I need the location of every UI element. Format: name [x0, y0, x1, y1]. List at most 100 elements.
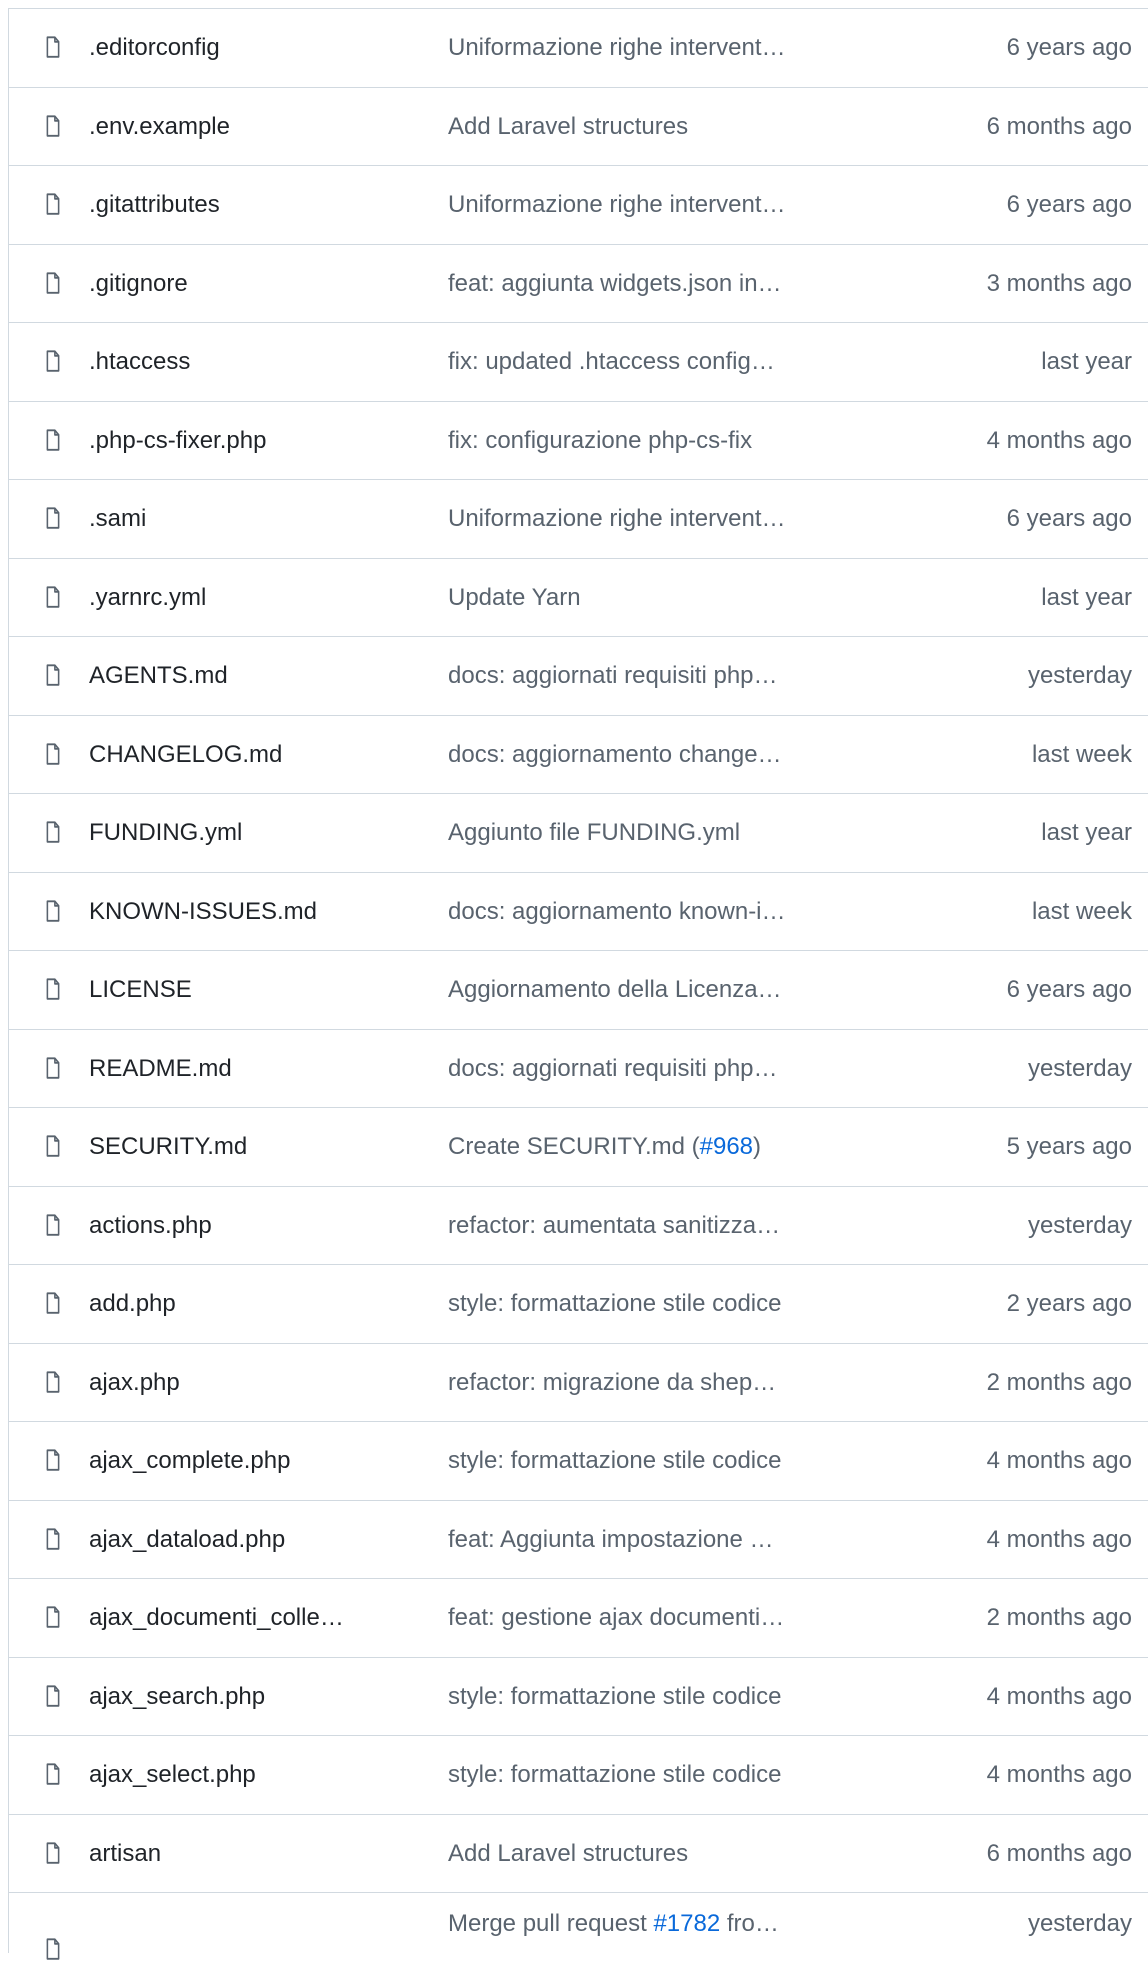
file-name-link[interactable]: add.php: [89, 1265, 384, 1343]
file-row[interactable]: LICENSE Aggiornamento della Licenza… 6 yea…: [9, 951, 1148, 1030]
file-name-link[interactable]: .env.example: [89, 88, 384, 166]
file-name-link[interactable]: README.md: [89, 1030, 384, 1108]
commit-message-link[interactable]: Add Laravel structures: [448, 1815, 838, 1893]
file-row[interactable]: FUNDING.yml Aggiunto file FUNDING.yml last…: [9, 794, 1148, 873]
file-row[interactable]: ajax.php refactor: migrazione da shep… 2 m…: [9, 1344, 1148, 1422]
commit-message-link[interactable]: docs: aggiornati requisiti php…: [448, 637, 838, 715]
commit-time: 2 months ago: [986, 1604, 1132, 1631]
file-name-link[interactable]: LICENSE: [89, 951, 384, 1029]
issue-link[interactable]: #968: [700, 1133, 753, 1160]
file-name-link[interactable]: KNOWN-ISSUES.md: [89, 873, 384, 951]
file-name-link[interactable]: ajax_dataload.php: [89, 1501, 384, 1579]
file-name-link[interactable]: ajax_documenti_colle…: [89, 1579, 384, 1657]
file-row[interactable]: Merge pull request #1782 fro… yesterday: [9, 1893, 1148, 1960]
commit-message-link[interactable]: refactor: migrazione da shep…: [448, 1344, 838, 1422]
commit-message-link[interactable]: Uniformazione righe intervent…: [448, 9, 838, 87]
file-name-link[interactable]: .gitattributes: [89, 166, 384, 244]
commit-time: 4 months ago: [986, 1682, 1132, 1710]
file-name-link[interactable]: .gitignore: [89, 245, 384, 323]
issue-link[interactable]: #1782: [653, 1910, 720, 1937]
file-row[interactable]: .gitattributes Uniformazione righe interv…: [9, 166, 1148, 245]
file-icon: [43, 663, 63, 687]
commit-message-link[interactable]: feat: aggiunta widgets.json in…: [448, 245, 838, 323]
commit-time: 6 years ago: [1006, 34, 1132, 61]
file-name-link[interactable]: .yarnrc.yml: [89, 559, 384, 637]
file-row[interactable]: ajax_documenti_colle… feat: gestione ajax…: [9, 1579, 1148, 1658]
commit-time: 4 months ago: [986, 1447, 1132, 1474]
file-icon: [43, 1605, 63, 1629]
commit-time: 4 months ago: [986, 1525, 1132, 1553]
file-icon: [43, 1448, 63, 1472]
file-name-link[interactable]: .editorconfig: [89, 9, 384, 87]
file-row[interactable]: ajax_dataload.php feat: Aggiunta impostaz…: [9, 1501, 1148, 1579]
file-name-link[interactable]: [89, 1893, 384, 1971]
file-name-link[interactable]: CHANGELOG.md: [89, 716, 384, 794]
commit-message-link[interactable]: Aggiornamento della Licenza…: [448, 951, 838, 1029]
file-icon: [43, 1134, 63, 1158]
file-row[interactable]: artisan Add Laravel structures 6 months ag…: [9, 1815, 1148, 1893]
commit-message-link[interactable]: Add Laravel structures: [448, 88, 838, 166]
file-row[interactable]: ajax_search.php style: formattazione stil…: [9, 1658, 1148, 1736]
commit-message-link[interactable]: Uniformazione righe intervent…: [448, 166, 838, 244]
commit-time: yesterday: [1027, 1054, 1132, 1082]
file-name-link[interactable]: actions.php: [89, 1187, 384, 1265]
file-row[interactable]: .editorconfig Uniformazione righe interve…: [9, 9, 1148, 88]
file-row[interactable]: CHANGELOG.md docs: aggiornamento change… l…: [9, 716, 1148, 794]
file-row[interactable]: ajax_select.php style: formattazione stil…: [9, 1736, 1148, 1815]
file-row[interactable]: SECURITY.md Create SECURITY.md (#968) 5 ye…: [9, 1108, 1148, 1187]
commit-message-link[interactable]: style: formattazione stile codice: [448, 1736, 838, 1814]
commit-message-link[interactable]: Aggiunto file FUNDING.yml: [448, 794, 838, 872]
commit-time: 6 months ago: [986, 1839, 1132, 1867]
file-row[interactable]: README.md docs: aggiornati requisiti php……: [9, 1030, 1148, 1108]
commit-time: 4 months ago: [986, 1761, 1132, 1788]
file-icon: [43, 1527, 63, 1551]
file-name-link[interactable]: SECURITY.md: [89, 1108, 384, 1186]
commit-message-link[interactable]: Merge pull request #1782 fro…: [448, 1885, 838, 1963]
commit-message-link[interactable]: feat: gestione ajax documenti…: [448, 1579, 838, 1657]
commit-message-link[interactable]: docs: aggiornamento known-i…: [448, 873, 838, 951]
commit-time: last week: [1031, 740, 1132, 768]
file-row[interactable]: .sami Uniformazione righe intervent… 6 yea…: [9, 480, 1148, 559]
file-icon: [43, 1841, 63, 1865]
commit-message-link[interactable]: style: formattazione stile codice: [448, 1265, 838, 1343]
commit-message-link[interactable]: refactor: aumentata sanitizza…: [448, 1187, 838, 1265]
file-row[interactable]: .php-cs-fixer.php fix: configurazione php…: [9, 402, 1148, 480]
file-name-link[interactable]: ajax_search.php: [89, 1658, 384, 1736]
file-name-link[interactable]: ajax_select.php: [89, 1736, 384, 1814]
commit-time: 6 months ago: [986, 112, 1132, 140]
file-name-link[interactable]: FUNDING.yml: [89, 794, 384, 872]
commit-message-link[interactable]: Create SECURITY.md (#968): [448, 1108, 838, 1186]
file-icon: [43, 271, 63, 295]
file-icon: [43, 428, 63, 452]
commit-message-link[interactable]: style: formattazione stile codice: [448, 1658, 838, 1736]
file-row[interactable]: AGENTS.md docs: aggiornati requisiti php……: [9, 637, 1148, 716]
commit-message-link[interactable]: docs: aggiornati requisiti php…: [448, 1030, 838, 1108]
file-row[interactable]: .yarnrc.yml Update Yarn last year: [9, 559, 1148, 637]
commit-time: last year: [1041, 348, 1132, 375]
commit-message-link[interactable]: Update Yarn: [448, 559, 838, 637]
commit-message-link[interactable]: fix: configurazione php-cs-fix: [448, 402, 838, 480]
commit-message-link[interactable]: fix: updated .htaccess config…: [448, 323, 838, 401]
commit-message-link[interactable]: docs: aggiornamento change…: [448, 716, 838, 794]
file-row[interactable]: .htaccess fix: updated .htaccess config… l…: [9, 323, 1148, 402]
file-name-link[interactable]: ajax_complete.php: [89, 1422, 384, 1500]
file-row[interactable]: ajax_complete.php style: formattazione st…: [9, 1422, 1148, 1501]
file-name-link[interactable]: .php-cs-fixer.php: [89, 402, 384, 480]
commit-message-link[interactable]: style: formattazione stile codice: [448, 1422, 838, 1500]
file-name-link[interactable]: ajax.php: [89, 1344, 384, 1422]
file-row[interactable]: .env.example Add Laravel structures 6 mont…: [9, 88, 1148, 166]
file-name-link[interactable]: .htaccess: [89, 323, 384, 401]
file-row[interactable]: .gitignore feat: aggiunta widgets.json in…: [9, 245, 1148, 323]
file-icon: [43, 349, 63, 373]
file-name-link[interactable]: .sami: [89, 480, 384, 558]
commit-time: 3 months ago: [986, 269, 1132, 297]
file-row[interactable]: add.php style: formattazione stile codice…: [9, 1265, 1148, 1344]
commit-message-link[interactable]: feat: Aggiunta impostazione …: [448, 1501, 838, 1579]
file-row[interactable]: KNOWN-ISSUES.md docs: aggiornamento known…: [9, 873, 1148, 951]
file-name-link[interactable]: AGENTS.md: [89, 637, 384, 715]
file-icon: [43, 1684, 63, 1708]
file-row[interactable]: actions.php refactor: aumentata sanitizza…: [9, 1187, 1148, 1265]
file-icon: [43, 1291, 63, 1315]
commit-message-link[interactable]: Uniformazione righe intervent…: [448, 480, 838, 558]
file-name-link[interactable]: artisan: [89, 1815, 384, 1893]
